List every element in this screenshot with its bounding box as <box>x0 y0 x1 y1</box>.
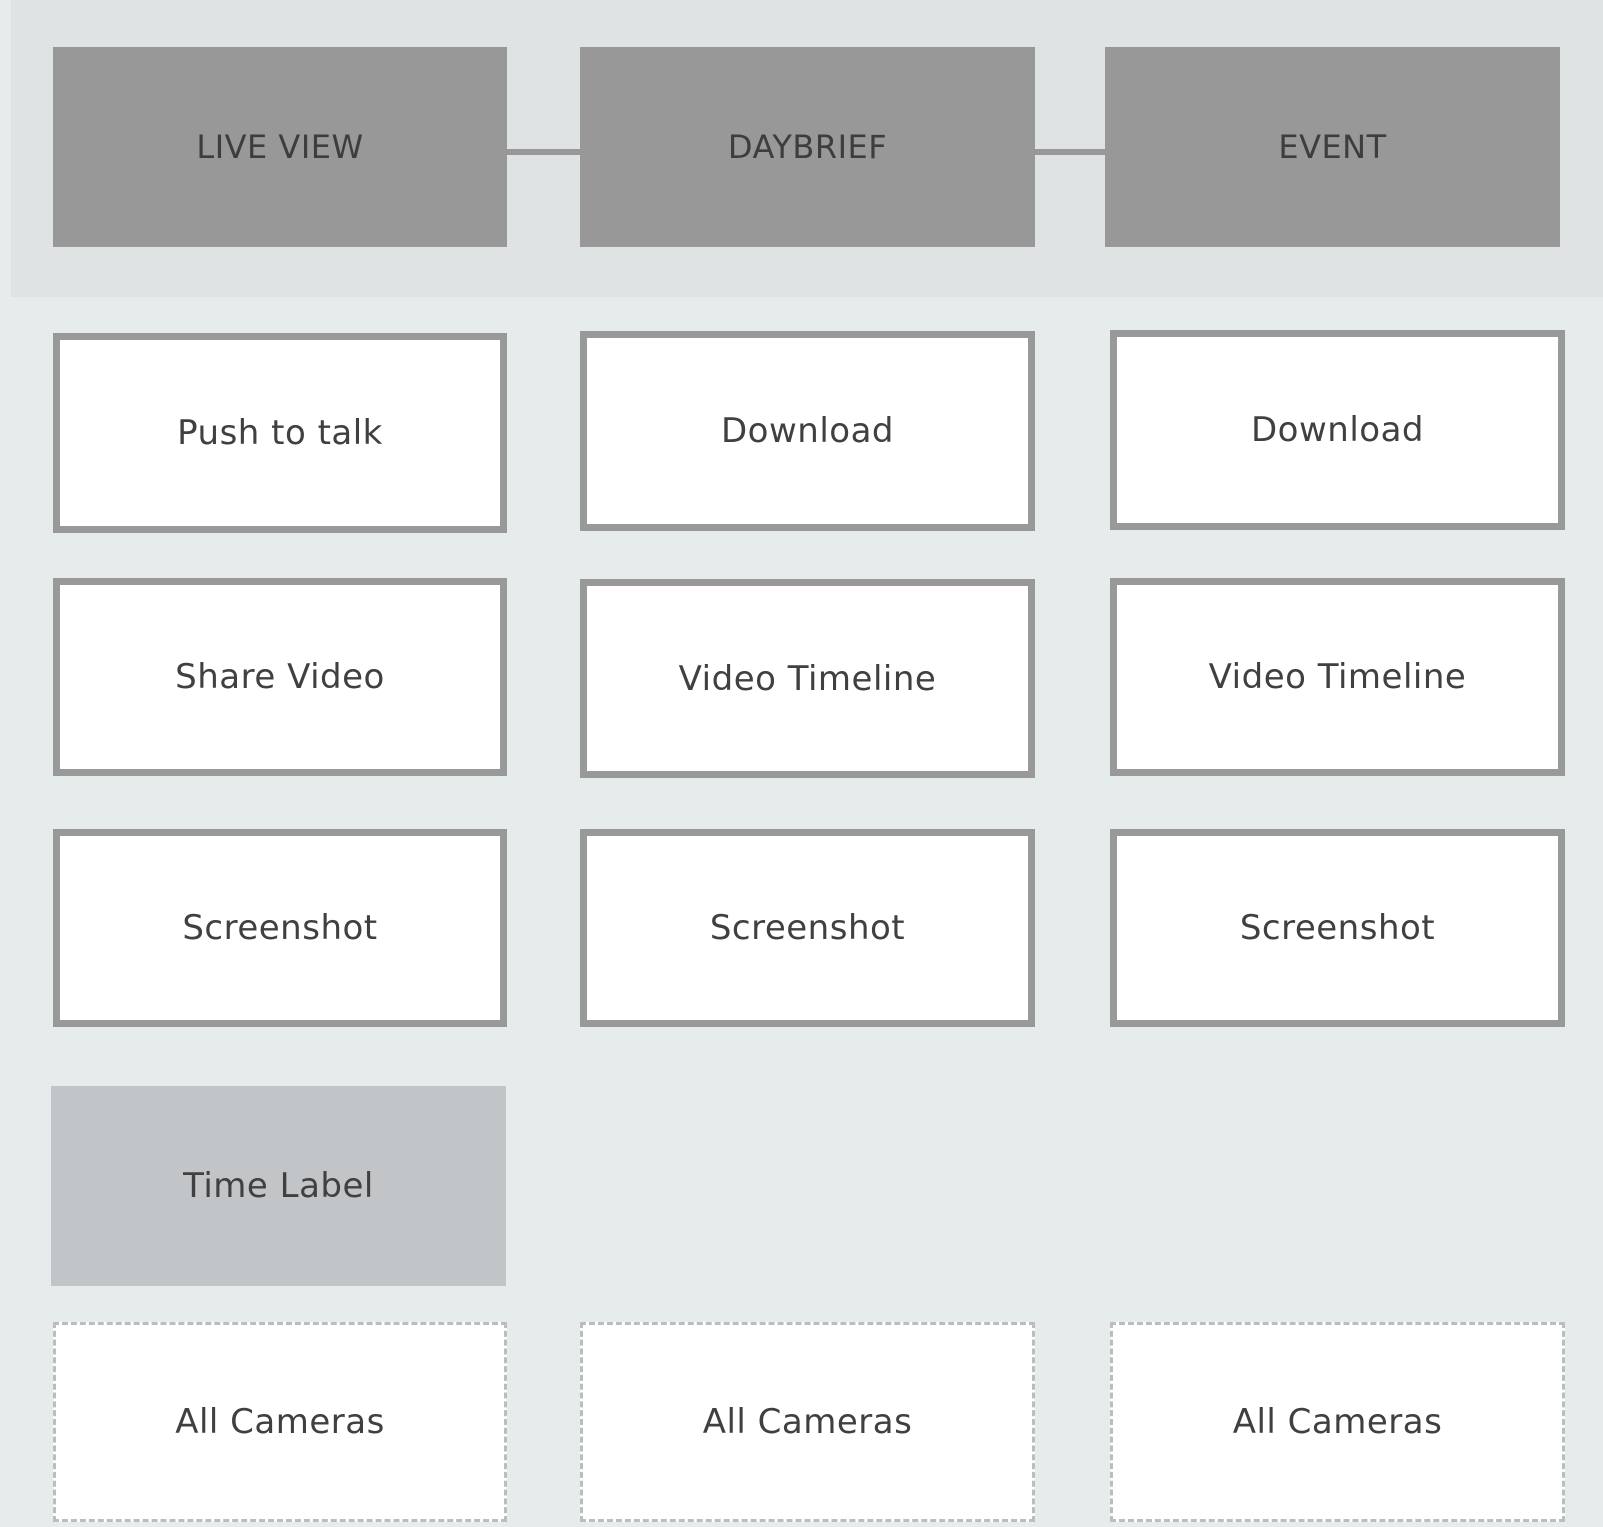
feature-download-event: Download <box>1110 330 1565 530</box>
feature-label: Screenshot <box>182 908 378 948</box>
connector-line <box>1035 149 1105 155</box>
cameras-label: All Cameras <box>175 1402 385 1442</box>
feature-label: Video Timeline <box>678 658 937 699</box>
feature-label: Screenshot <box>1239 908 1436 948</box>
feature-label: Share Video <box>175 657 385 697</box>
feature-push-to-talk: Push to talk <box>53 333 507 533</box>
feature-video-timeline-daybrief: Video Timeline <box>580 579 1035 778</box>
time-label-text: Time Label <box>183 1166 374 1206</box>
cameras-label: All Cameras <box>1232 1402 1443 1442</box>
all-cameras-live-view: All Cameras <box>53 1322 507 1522</box>
column-header-event: EVENT <box>1105 47 1560 247</box>
feature-label: Download <box>1250 410 1424 450</box>
feature-screenshot-daybrief: Screenshot <box>580 829 1035 1027</box>
feature-download-daybrief: Download <box>580 331 1035 531</box>
column-header-live-view: LIVE VIEW <box>53 47 507 247</box>
column-header-label: DAYBRIEF <box>727 128 888 166</box>
column-header-daybrief: DAYBRIEF <box>580 47 1035 247</box>
feature-screenshot-live-view: Screenshot <box>53 829 507 1027</box>
time-label-box: Time Label <box>51 1086 506 1286</box>
all-cameras-daybrief: All Cameras <box>580 1322 1035 1522</box>
cameras-label: All Cameras <box>702 1402 913 1442</box>
feature-share-video: Share Video <box>53 578 507 776</box>
feature-label: Push to talk <box>177 413 383 453</box>
feature-screenshot-event: Screenshot <box>1110 829 1565 1027</box>
column-header-label: LIVE VIEW <box>196 128 364 166</box>
all-cameras-event: All Cameras <box>1110 1322 1565 1522</box>
feature-label: Video Timeline <box>1208 657 1467 697</box>
feature-label: Download <box>720 411 894 451</box>
feature-video-timeline-event: Video Timeline <box>1110 578 1565 776</box>
connector-line <box>507 149 580 155</box>
column-header-label: EVENT <box>1278 128 1387 166</box>
feature-label: Screenshot <box>709 908 906 948</box>
